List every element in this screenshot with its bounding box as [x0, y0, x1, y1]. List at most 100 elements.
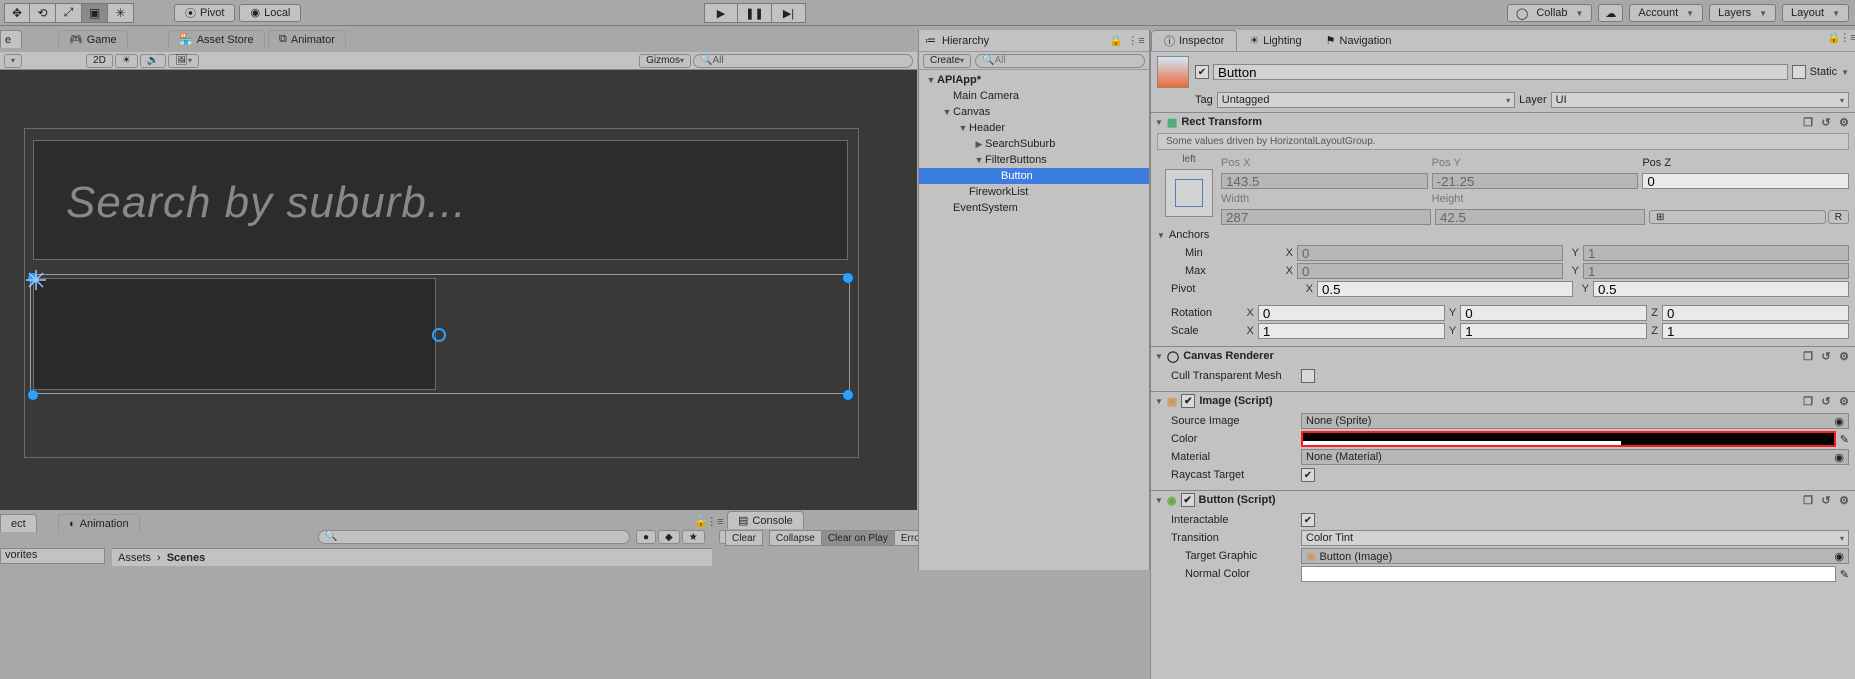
inspector-menu[interactable]: ⋮≡: [1841, 30, 1855, 44]
tab-navigation[interactable]: ⚑Navigation: [1314, 30, 1404, 51]
pivot-x[interactable]: [1317, 281, 1573, 297]
hierarchy-search[interactable]: 🔍All: [975, 54, 1145, 68]
anchor-preset-button[interactable]: [1165, 169, 1213, 217]
rot-x[interactable]: [1258, 305, 1445, 321]
chevron-down-icon[interactable]: ▼: [1841, 68, 1849, 77]
tree-arrow-icon[interactable]: ▼: [925, 75, 937, 85]
hierarchy-item[interactable]: Button: [919, 168, 1149, 184]
reset-icon[interactable]: ↺: [1819, 394, 1833, 408]
handle-tr[interactable]: [843, 273, 853, 283]
crumb-scenes[interactable]: Scenes: [167, 552, 206, 564]
gameobject-icon[interactable]: [1157, 56, 1189, 88]
shaded-dropdown[interactable]: ▾: [4, 54, 22, 68]
reset-icon[interactable]: ↺: [1819, 115, 1833, 129]
hierarchy-item[interactable]: FireworkList: [919, 184, 1149, 200]
tree-arrow-icon[interactable]: ▼: [973, 155, 985, 165]
width-field[interactable]: [1221, 209, 1431, 225]
layout-dropdown[interactable]: Layout▼: [1782, 4, 1849, 22]
rect-tool[interactable]: ▣: [82, 3, 108, 23]
image-color-field[interactable]: [1301, 431, 1836, 447]
rotate-tool[interactable]: ⤢: [56, 3, 82, 23]
hierarchy-item[interactable]: ▼Canvas: [919, 104, 1149, 120]
tree-arrow-icon[interactable]: ▶: [973, 139, 985, 150]
hierarchy-item[interactable]: ▼FilterButtons: [919, 152, 1149, 168]
cloud-button[interactable]: ☁: [1598, 4, 1623, 22]
anchor-max-x[interactable]: [1297, 263, 1563, 279]
project-search[interactable]: 🔍: [318, 530, 630, 544]
object-picker-icon[interactable]: ◉: [1834, 451, 1844, 464]
filter-1[interactable]: ●: [636, 530, 656, 544]
reset-icon[interactable]: ↺: [1819, 349, 1833, 363]
foldout-icon[interactable]: ▼: [1157, 231, 1165, 240]
image-header[interactable]: ▼ ▣ ✔ Image (Script) ❐ ↺ ⚙: [1151, 392, 1855, 410]
move-tool[interactable]: ⟲: [30, 3, 56, 23]
filter-3[interactable]: ★: [682, 530, 705, 544]
hierarchy-item[interactable]: ▼APIApp*: [919, 72, 1149, 88]
eyedropper-icon[interactable]: ✎: [1840, 568, 1849, 581]
project-menu[interactable]: ⋮≡: [708, 514, 722, 528]
hierarchy-item[interactable]: ▶SearchSuburb: [919, 136, 1149, 152]
static-checkbox[interactable]: [1792, 65, 1806, 79]
hand-tool[interactable]: ✥: [4, 3, 30, 23]
help-icon[interactable]: ❐: [1801, 115, 1815, 129]
anchor-gizmo[interactable]: [26, 270, 46, 290]
account-dropdown[interactable]: Account▼: [1629, 4, 1703, 22]
button-header[interactable]: ▼ ◉ ✔ Button (Script) ❐ ↺ ⚙: [1151, 491, 1855, 509]
tab-game[interactable]: 🎮Game: [58, 30, 128, 48]
posy-field[interactable]: [1432, 173, 1639, 189]
cull-checkbox[interactable]: [1301, 369, 1315, 383]
scl-z[interactable]: [1662, 323, 1849, 339]
gear-icon[interactable]: ⚙: [1837, 349, 1851, 363]
tag-dropdown[interactable]: Untagged▾: [1217, 92, 1515, 108]
image-enabled-checkbox[interactable]: ✔: [1181, 394, 1195, 408]
audio-toggle[interactable]: 🔊: [140, 54, 166, 68]
hierarchy-menu[interactable]: ⋮≡: [1129, 34, 1143, 48]
local-toggle[interactable]: ◉Local: [239, 4, 301, 22]
layers-dropdown[interactable]: Layers▼: [1709, 4, 1776, 22]
crumb-assets[interactable]: Assets: [118, 552, 151, 564]
raw-edit-mode[interactable]: R: [1828, 210, 1849, 224]
tab-animation[interactable]: ◐Animation: [58, 514, 140, 532]
anchor-max-y[interactable]: [1583, 263, 1849, 279]
rect-transform-header[interactable]: ▼ ▦ Rect Transform ❐ ↺ ⚙: [1151, 113, 1855, 131]
target-graphic-field[interactable]: ▣ Button (Image)◉: [1301, 548, 1849, 564]
source-image-field[interactable]: None (Sprite)◉: [1301, 413, 1849, 429]
step-button[interactable]: ▶|: [772, 3, 806, 23]
rot-z[interactable]: [1662, 305, 1849, 321]
tab-asset-store[interactable]: 🏪Asset Store: [168, 30, 265, 48]
lighting-toggle[interactable]: ☀: [115, 54, 138, 68]
object-picker-icon[interactable]: ◉: [1834, 550, 1844, 563]
tab-lighting[interactable]: ☀Lighting: [1237, 30, 1313, 51]
raycast-checkbox[interactable]: ✔: [1301, 468, 1315, 482]
anchor-min-x[interactable]: [1297, 245, 1563, 261]
hierarchy-lock-icon[interactable]: 🔒: [1109, 34, 1123, 48]
canvas-renderer-header[interactable]: ▼ ◯ Canvas Renderer ❐ ↺ ⚙: [1151, 347, 1855, 365]
btn-2d[interactable]: 2D: [86, 54, 113, 68]
gizmos-dropdown[interactable]: Gizmos▾: [639, 54, 691, 68]
scl-x[interactable]: [1258, 323, 1445, 339]
active-checkbox[interactable]: ✔: [1195, 65, 1209, 79]
help-icon[interactable]: ❐: [1801, 349, 1815, 363]
gear-icon[interactable]: ⚙: [1837, 493, 1851, 507]
tab-scene[interactable]: e: [0, 30, 22, 48]
normal-color-field[interactable]: [1301, 566, 1836, 582]
gameobject-name-field[interactable]: [1213, 64, 1788, 80]
scene-canvas[interactable]: Search by suburb...: [0, 70, 917, 510]
height-field[interactable]: [1435, 209, 1645, 225]
play-button[interactable]: ▶: [704, 3, 738, 23]
interactable-checkbox[interactable]: ✔: [1301, 513, 1315, 527]
scl-y[interactable]: [1460, 323, 1647, 339]
scene-search[interactable]: 🔍All: [693, 54, 913, 68]
tab-console[interactable]: ▤Console: [727, 511, 804, 529]
eyedropper-icon[interactable]: ✎: [1840, 433, 1849, 446]
blueprint-mode[interactable]: ⊞: [1649, 210, 1826, 224]
fx-toggle[interactable]: 🖼▾: [168, 54, 199, 68]
material-field[interactable]: None (Material)◉: [1301, 449, 1849, 465]
reset-icon[interactable]: ↺: [1819, 493, 1833, 507]
tree-arrow-icon[interactable]: ▼: [941, 107, 953, 117]
favorites-header[interactable]: vorites: [0, 548, 105, 564]
pivot-y[interactable]: [1593, 281, 1849, 297]
gear-icon[interactable]: ⚙: [1837, 115, 1851, 129]
create-dropdown[interactable]: Create▾: [923, 54, 971, 68]
anchor-min-y[interactable]: [1583, 245, 1849, 261]
